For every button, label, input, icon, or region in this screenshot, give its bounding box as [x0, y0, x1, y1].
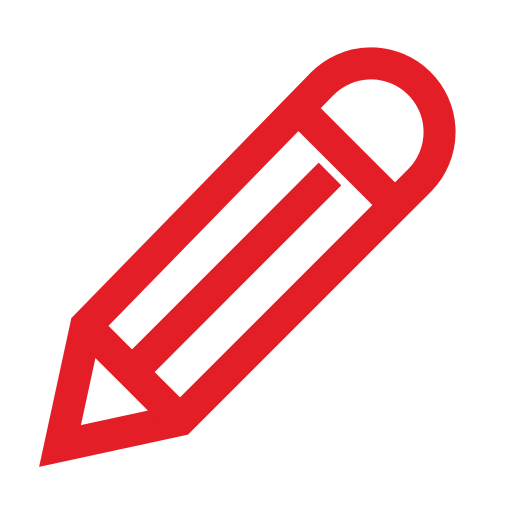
pencil-icon	[0, 0, 512, 512]
icon-canvas	[0, 0, 512, 512]
pencil-center-line	[122, 162, 342, 382]
pencil-svg	[39, 47, 456, 467]
